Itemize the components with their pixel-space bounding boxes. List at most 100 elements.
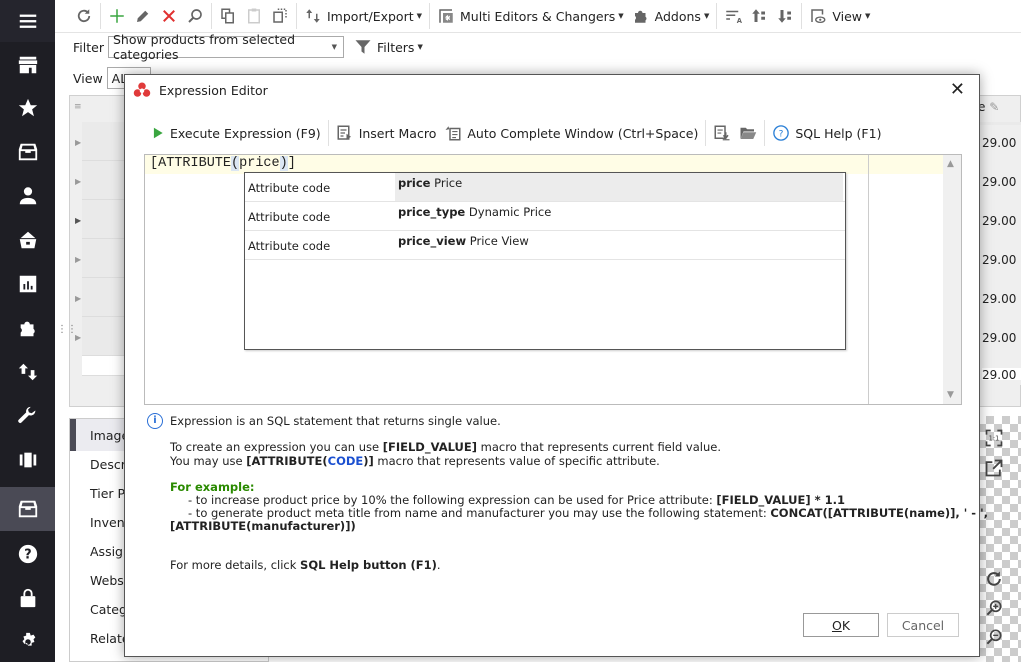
expression-code[interactable]: [ATTRIBUTE(price)] [150,156,296,171]
selection-icon [273,8,287,23]
add-button[interactable] [104,3,130,29]
row-expand-icon[interactable]: ▶ [75,177,81,186]
price-cell[interactable]: 29.00 [982,331,1016,345]
zoom-out-button[interactable] [984,627,1004,647]
sort-button[interactable]: A [720,3,746,29]
autocomplete-item[interactable]: Attribute code price_view Price View [245,231,845,260]
plus-icon [110,9,124,23]
close-icon[interactable]: ✕ [950,79,965,100]
image-preview-panel: 1:1 [978,416,1021,662]
nav-favorites[interactable] [0,86,55,130]
nav-catalog-active[interactable] [0,487,55,531]
price-cell[interactable]: 29.00 [982,292,1016,306]
autocomplete-item[interactable]: Attribute code price_type Dynamic Price [245,202,845,231]
expression-editor[interactable]: [ATTRIBUTE(price)] ▲ ▼ Attribute code pr… [144,154,962,405]
price-cell[interactable]: 29.00 [982,214,1016,228]
save-expression-button[interactable] [709,120,735,146]
nav-import-export[interactable] [0,350,55,394]
price-cell[interactable]: 29.00 [982,136,1016,150]
dialog-titlebar[interactable]: Expression Editor ✕ [125,75,979,105]
scroll-down-arrow[interactable]: ▼ [947,390,954,400]
sql-help-button[interactable]: ? SQL Help (F1) [768,120,885,146]
sql-help-label: SQL Help (F1) [795,125,882,141]
nav-orders[interactable] [0,218,55,262]
lock-icon [20,588,35,608]
price-cell[interactable]: 29.00 [982,253,1016,267]
store-icon [18,56,37,74]
filter-select-value: Show products from selected categories [112,32,296,62]
nav-security[interactable] [0,576,55,620]
row-expand-icon[interactable]: ▶ [75,138,81,147]
price-column-header[interactable]: e ✎ [978,100,999,114]
execute-label: Execute Expression (F9) [170,125,321,141]
nav-addons[interactable] [0,306,55,350]
move-up-button[interactable] [746,3,772,29]
dialog-toolbar: Execute Expression (F9) Insert Macro Aut… [147,120,885,146]
menu-button[interactable] [0,0,55,42]
filter-select[interactable]: Show products from selected categories ▼ [107,32,344,62]
execute-expression-button[interactable]: Execute Expression (F9) [147,120,325,146]
example-2-cont: [ATTRIBUTE(manufacturer)]) [170,519,356,533]
chart-icon [19,275,36,293]
expression-editor-dialog: Expression Editor ✕ Execute Expression (… [124,74,988,657]
filters-menu[interactable]: Filters ▼ [350,34,427,60]
wrench-icon [17,406,35,423]
columns-icon [19,452,36,468]
multi-editors-menu[interactable]: Multi Editors & Changers ▼ [433,3,628,29]
nav-layout[interactable] [0,438,55,482]
actual-size-button[interactable]: 1:1 [984,428,1004,448]
multi-edit-icon [439,9,453,23]
help-line-3: You may use [ATTRIBUTE(CODE)] macro that… [170,454,660,468]
eye-view-icon [811,9,826,24]
nav-customers[interactable] [0,174,55,218]
grid-menu-icon[interactable]: ≡ [74,102,82,112]
transfer-arrows-icon [306,9,320,23]
arrow-up-list-icon [752,9,766,22]
price-cell[interactable]: 29.00 [982,175,1016,189]
copy-button[interactable] [215,3,241,29]
nav-reports[interactable] [0,262,55,306]
search-button[interactable] [182,3,208,29]
autocomplete-kind: Attribute code [248,181,331,195]
open-expression-button[interactable] [735,120,761,146]
select-button[interactable] [267,3,293,29]
nav-tools[interactable] [0,394,55,438]
splitter-handle[interactable]: ⋮⋮ [57,324,77,335]
row-expand-icon[interactable]: ▶ [75,294,81,303]
rotate-button[interactable] [984,569,1004,589]
move-down-button[interactable] [772,3,798,29]
help-line-1: Expression is an SQL statement that retu… [170,414,501,428]
auto-complete-button[interactable]: Auto Complete Window (Ctrl+Space) [440,120,702,146]
autocomplete-code: price_type [398,205,466,219]
help-circle-icon: ? [18,544,37,564]
paste-button[interactable] [241,3,267,29]
insert-macro-button[interactable]: Insert Macro [332,120,441,146]
import-export-menu[interactable]: Import/Export ▼ [300,3,426,29]
edit-button[interactable] [130,3,156,29]
nav-settings[interactable] [0,620,55,662]
scroll-up-arrow[interactable]: ▲ [947,159,954,169]
gear-icon [22,632,35,646]
delete-button[interactable] [156,3,182,29]
inbox-icon [18,500,37,518]
row-expand-icon[interactable]: ▶ [75,216,81,225]
nav-help[interactable]: ? [0,532,55,576]
price-cell[interactable]: 29.00 [982,368,1021,380]
view-menu[interactable]: View ▼ [805,3,874,29]
nav-store[interactable] [0,43,55,87]
editor-vertical-scrollbar[interactable]: ▲ ▼ [943,155,961,404]
open-external-button[interactable] [984,458,1004,478]
refresh-button[interactable] [71,3,97,29]
row-expand-icon[interactable]: ▶ [75,255,81,264]
zoom-in-button[interactable] [984,598,1004,618]
example-1: - to increase product price by 10% the f… [188,493,846,507]
svg-text:?: ? [24,548,31,563]
addons-menu[interactable]: Addons ▼ [628,3,714,29]
ok-button[interactable]: OK [803,613,879,637]
nav-products[interactable] [0,130,55,174]
star-icon [18,98,37,117]
help-line-2: To create an expression you can use [FIE… [170,440,721,454]
svg-text:1:1: 1:1 [989,435,1000,443]
autocomplete-item[interactable]: Attribute code price Price [245,173,845,202]
cancel-button[interactable]: Cancel [887,613,959,637]
